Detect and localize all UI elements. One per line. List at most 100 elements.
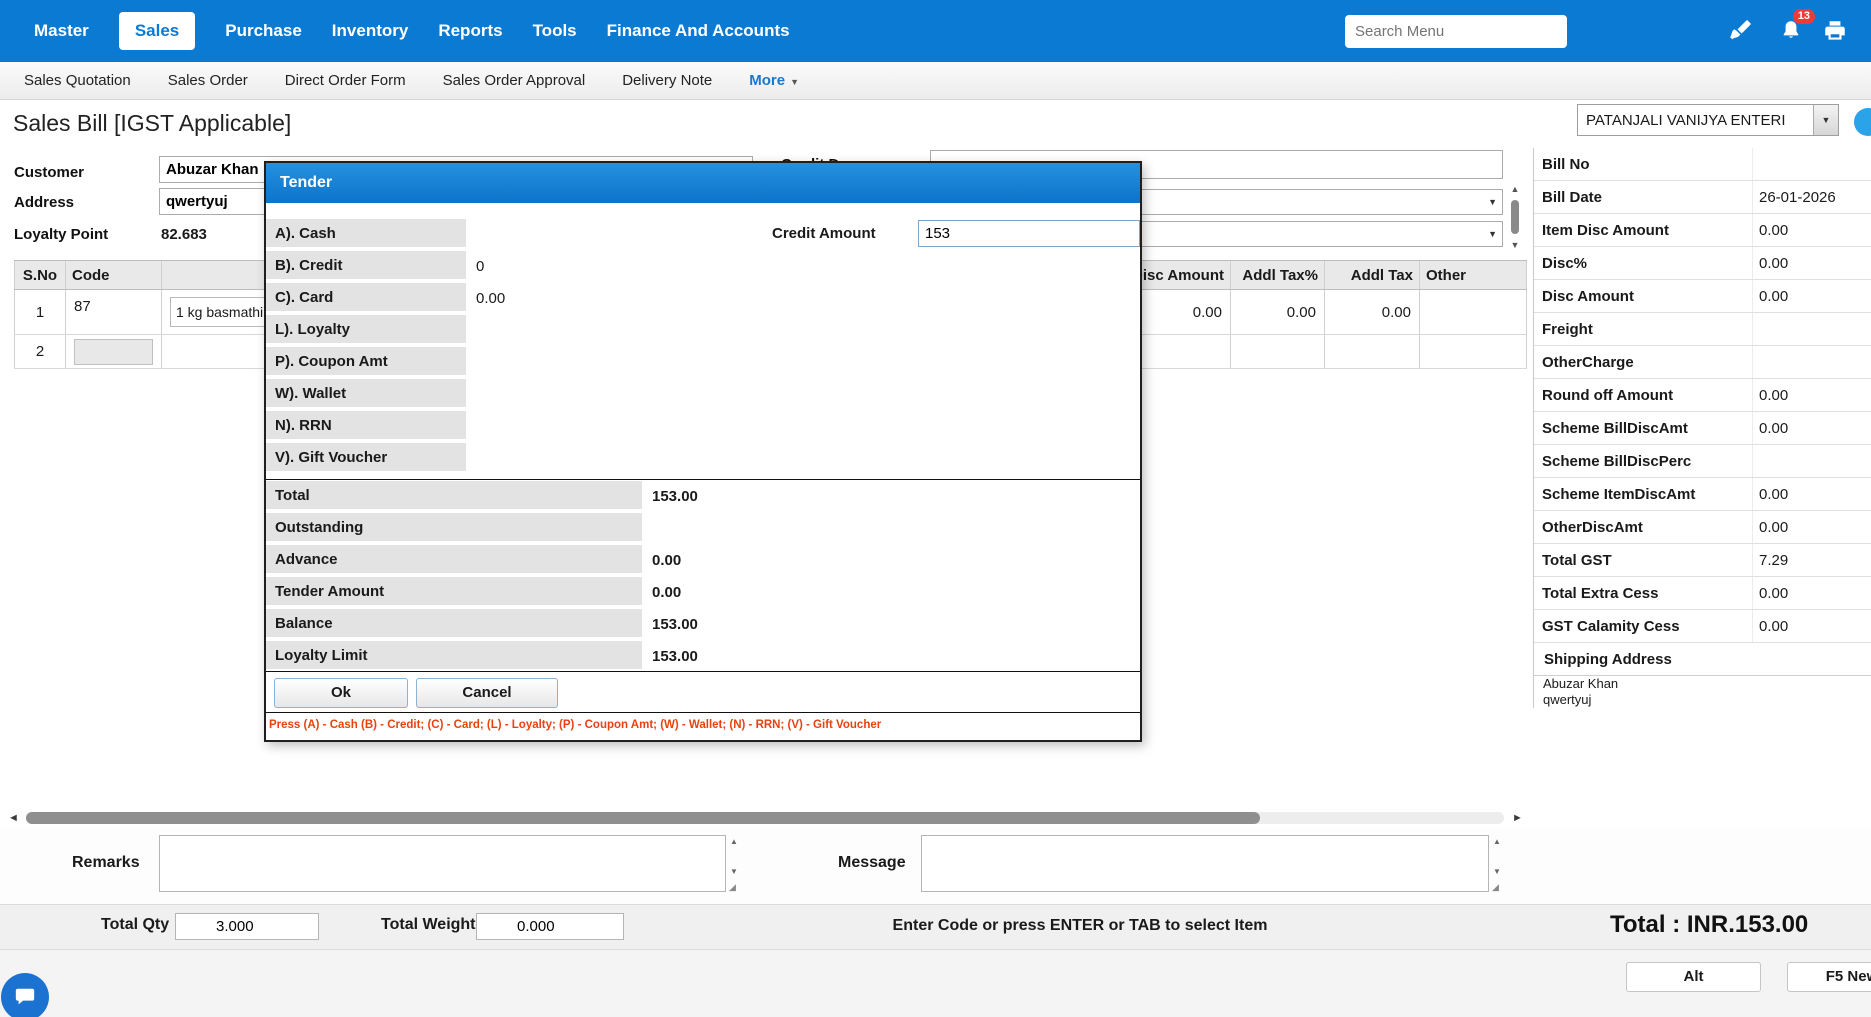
tender-balance-row: Balance153.00 <box>266 608 1140 640</box>
company-selector[interactable]: PATANJALI VANIJYA ENTERI ▼ <box>1577 104 1839 136</box>
summary-row-gst-calamity-cess: GST Calamity Cess0.00 <box>1534 610 1871 643</box>
subnav-sales-quotation[interactable]: Sales Quotation <box>24 72 131 89</box>
remarks-label: Remarks <box>72 854 140 872</box>
header-addl-tax: Addl Tax <box>1325 261 1420 289</box>
cancel-button[interactable]: Cancel <box>416 678 558 708</box>
summary-row-item-disc-amount: Item Disc Amount0.00 <box>1534 214 1871 247</box>
address-label: Address <box>14 194 74 211</box>
bottom-action-band: Alt F5 New <box>0 950 1871 1017</box>
tender-option-coupon-amt: P). Coupon Amt <box>266 346 1140 378</box>
total-qty-label: Total Qty <box>101 916 169 934</box>
nav-sales[interactable]: Sales <box>119 12 195 50</box>
enter-code-hint: Enter Code or press ENTER or TAB to sele… <box>760 917 1400 935</box>
tender-shortcut-hint: Press (A) - Cash (B) - Credit; (C) - Car… <box>269 719 881 731</box>
tender-modal-buttons: Ok Cancel <box>266 671 1140 713</box>
help-icon[interactable] <box>1854 108 1871 136</box>
chevron-down-icon: ▼ <box>1488 197 1497 207</box>
summary-row-roundoff: Round off Amount0.00 <box>1534 379 1871 412</box>
grand-total: Total : INR.153.00 <box>1610 911 1808 939</box>
remarks-resize-handle[interactable]: ◢ <box>729 882 736 893</box>
total-weight-input[interactable] <box>476 913 624 940</box>
remarks-band: Remarks ▲ ▼ ◢ Message ▲ ▼ ◢ <box>0 828 1871 904</box>
row1-disc-amount: 0.00 <box>1136 290 1231 334</box>
row1-code[interactable]: 87 <box>66 290 162 334</box>
tender-option-loyalty: L). Loyalty <box>266 314 1140 346</box>
chat-icon[interactable] <box>1 973 49 1017</box>
row1-other <box>1420 290 1527 334</box>
summary-row-scheme-billdiscperc: Scheme BillDiscPerc <box>1534 445 1871 478</box>
summary-row-scheme-billdiscamt: Scheme BillDiscAmt0.00 <box>1534 412 1871 445</box>
header-code: Code <box>66 261 162 289</box>
remarks-scroll-down-icon[interactable]: ▼ <box>730 868 738 876</box>
header-other: Other <box>1420 261 1527 289</box>
sales-bill-screen: Master Sales Purchase Inventory Reports … <box>0 0 1871 1017</box>
header-sno: S.No <box>14 261 66 289</box>
notification-badge: 13 <box>1793 9 1815 24</box>
summary-row-freight: Freight <box>1534 313 1871 346</box>
row1-addl-tax-pct: 0.00 <box>1231 290 1325 334</box>
customer-label: Customer <box>14 164 84 181</box>
message-textarea[interactable] <box>921 835 1489 892</box>
message-scroll-down-icon[interactable]: ▼ <box>1493 868 1501 876</box>
chevron-down-icon[interactable]: ▼ <box>1813 105 1838 135</box>
remarks-scroll-up-icon[interactable]: ▲ <box>730 838 738 846</box>
subnav-sales-order-approval[interactable]: Sales Order Approval <box>443 72 586 89</box>
tender-amount-row: Tender Amount0.00 <box>266 576 1140 608</box>
total-qty-input[interactable] <box>175 913 319 940</box>
brush-icon[interactable] <box>1727 18 1753 44</box>
nav-purchase[interactable]: Purchase <box>225 21 302 41</box>
nav-tools[interactable]: Tools <box>533 21 577 41</box>
tender-advance-row: Advance0.00 <box>266 544 1140 576</box>
scroll-left-arrow[interactable]: ◄ <box>8 812 19 824</box>
ok-button[interactable]: Ok <box>274 678 408 708</box>
summary-row-bill-no: Bill No <box>1534 148 1871 181</box>
tender-loyalty-limit-row: Loyalty Limit153.00 <box>266 640 1140 672</box>
chevron-down-icon: ▼ <box>1488 229 1497 239</box>
remarks-textarea[interactable] <box>159 835 726 892</box>
row2-addl-tax <box>1325 335 1420 368</box>
company-selector-value: PATANJALI VANIJYA ENTERI <box>1578 112 1813 129</box>
vertical-scrollbar-thumb[interactable] <box>1511 200 1519 234</box>
tender-modal: Tender A). Cash B). Credit0 C). Card0.00… <box>264 161 1142 742</box>
bill-summary-panel: Bill No Bill Date26-01-2026 Item Disc Am… <box>1533 148 1871 708</box>
header-disc-amount: Disc Amount <box>1136 261 1231 289</box>
loyalty-point-label: Loyalty Point <box>14 226 108 243</box>
credit-amount-label: Credit Amount <box>772 225 876 242</box>
horizontal-scrollbar-thumb[interactable] <box>26 812 1260 824</box>
tender-option-gift-voucher: V). Gift Voucher <box>266 442 1140 474</box>
shipping-address-title: Shipping Address <box>1534 643 1871 676</box>
message-scroll-up-icon[interactable]: ▲ <box>1493 838 1501 846</box>
row1-addl-tax: 0.00 <box>1325 290 1420 334</box>
nav-inventory[interactable]: Inventory <box>332 21 409 41</box>
f5-new-button[interactable]: F5 New <box>1787 962 1871 992</box>
print-icon[interactable] <box>1822 18 1848 44</box>
summary-row-total-extra-cess: Total Extra Cess0.00 <box>1534 577 1871 610</box>
shipping-address-line1: Abuzar Khan <box>1534 676 1871 692</box>
row2-addl-tax-pct <box>1231 335 1325 368</box>
subnav-direct-order-form[interactable]: Direct Order Form <box>285 72 406 89</box>
search-input[interactable] <box>1345 15 1567 48</box>
message-resize-handle[interactable]: ◢ <box>1492 882 1499 893</box>
notifications-bell-icon[interactable]: 13 <box>1778 18 1804 44</box>
row2-other <box>1420 335 1527 368</box>
scroll-down-arrow[interactable]: ▼ <box>1508 240 1522 250</box>
subnav-more[interactable]: More▼ <box>749 72 799 89</box>
nav-master[interactable]: Master <box>34 21 89 41</box>
tender-option-rrn: N). RRN <box>266 410 1140 442</box>
summary-row-scheme-itemdiscamt: Scheme ItemDiscAmt0.00 <box>1534 478 1871 511</box>
tender-total-row: Total153.00 <box>266 480 1140 512</box>
nav-reports[interactable]: Reports <box>438 21 502 41</box>
row2-code-input[interactable] <box>74 339 153 365</box>
summary-row-bill-date: Bill Date26-01-2026 <box>1534 181 1871 214</box>
subnav-sales-order[interactable]: Sales Order <box>168 72 248 89</box>
row2-sno: 2 <box>14 335 66 368</box>
subnav-delivery-note[interactable]: Delivery Note <box>622 72 712 89</box>
main-menu: Master Sales Purchase Inventory Reports … <box>34 0 790 62</box>
nav-finance-accounts[interactable]: Finance And Accounts <box>607 21 790 41</box>
row1-sno: 1 <box>14 290 66 334</box>
scroll-right-arrow[interactable]: ► <box>1512 812 1523 824</box>
credit-amount-input[interactable] <box>918 220 1140 247</box>
summary-row-otherdiscamt: OtherDiscAmt0.00 <box>1534 511 1871 544</box>
alt-button[interactable]: Alt <box>1626 962 1761 992</box>
scroll-up-arrow[interactable]: ▲ <box>1508 184 1522 194</box>
